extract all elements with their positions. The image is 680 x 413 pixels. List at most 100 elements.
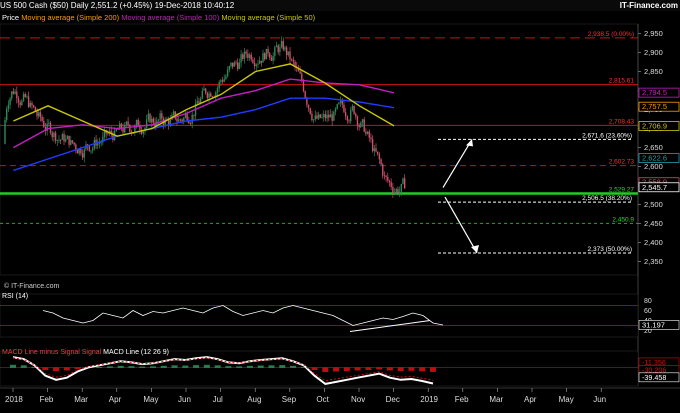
candle-body xyxy=(402,178,404,184)
candle-body xyxy=(301,73,303,81)
candle-body xyxy=(211,96,214,98)
value-tag-label: 2,794.5 xyxy=(642,88,667,97)
candle-body xyxy=(157,119,160,121)
candle-body xyxy=(189,123,192,125)
candle-body xyxy=(392,186,394,193)
x-tick-label: Dec xyxy=(386,395,400,404)
y-tick-label: 2,350 xyxy=(644,257,663,266)
value-tags: 2,794.52,757.52,706.92,622.62,558.92,545… xyxy=(638,87,680,193)
candle-body xyxy=(19,102,21,106)
candle-body xyxy=(350,110,352,122)
candle-body xyxy=(177,119,180,122)
candle-body xyxy=(387,177,389,181)
x-tick-label: Jun xyxy=(593,395,606,404)
candle-body xyxy=(26,96,28,98)
candle-body xyxy=(339,100,342,103)
macd-hist-bar xyxy=(419,367,426,372)
candle-body xyxy=(378,153,381,160)
macd-hist-bar xyxy=(214,365,221,368)
value-tag-label: 2,757.5 xyxy=(642,102,667,111)
candle-body xyxy=(75,144,77,150)
x-tick-label: Oct xyxy=(316,395,329,404)
candle-body xyxy=(275,45,278,48)
candle-body xyxy=(38,112,40,117)
legend-price: Price xyxy=(2,13,20,22)
candle-body xyxy=(88,145,91,151)
candle-body xyxy=(90,150,92,152)
candle-body xyxy=(304,91,306,99)
candle-body xyxy=(120,123,123,128)
candle-body xyxy=(328,114,330,118)
macd-hist-bar xyxy=(63,367,70,371)
candle-body xyxy=(61,134,64,140)
candle-body xyxy=(253,62,256,67)
candle-body xyxy=(226,70,229,77)
candle-body xyxy=(317,114,320,119)
candle-body xyxy=(403,178,406,189)
candle-body xyxy=(17,98,20,103)
candle-body xyxy=(65,139,67,142)
candle-body xyxy=(341,100,343,105)
macd-hist-bar xyxy=(96,366,103,368)
candle-body xyxy=(231,62,234,67)
x-tick-label: Apr xyxy=(109,395,122,404)
candle-body xyxy=(390,182,392,187)
candle-body xyxy=(348,120,350,122)
candle-body xyxy=(270,57,273,61)
candle-body xyxy=(125,121,128,126)
candle-body xyxy=(161,113,163,119)
candle-body xyxy=(284,47,286,50)
candle-body xyxy=(137,119,139,126)
candle-body xyxy=(71,140,74,143)
price-change-label: 2,551.2 (+0.45%) xyxy=(90,1,153,10)
candle-body xyxy=(223,79,225,82)
candle-body xyxy=(124,125,126,133)
candle-body xyxy=(59,139,62,141)
candle-body xyxy=(371,139,374,152)
candle-body xyxy=(353,105,355,114)
price-panel-frame xyxy=(0,23,639,276)
rsi-title: RSI (14) xyxy=(2,293,29,300)
candle-body xyxy=(225,76,227,80)
candle-body xyxy=(135,119,138,127)
candle-body xyxy=(302,80,305,92)
y-tick-label: 2,900 xyxy=(644,48,663,57)
candle-body xyxy=(240,54,242,63)
candle-body xyxy=(248,54,251,58)
candle-body xyxy=(299,71,301,74)
candle-body xyxy=(289,51,291,60)
candle-body xyxy=(309,108,311,114)
rsi-value-label: 31.197 xyxy=(642,320,665,329)
candle-body xyxy=(287,51,290,56)
chart-legend: Price Moving average (Simple 200) Moving… xyxy=(2,13,315,23)
candle-body xyxy=(247,53,249,58)
candle-body xyxy=(373,148,376,152)
candle-body xyxy=(12,91,15,94)
candle-body xyxy=(368,131,370,138)
candle-body xyxy=(366,131,369,134)
legend-ma200: Moving average (Simple 200) xyxy=(21,13,120,22)
macd-hist-bar xyxy=(117,365,124,368)
candle-body xyxy=(307,104,310,109)
datetime-label: 19-Dec-2018 10:40:12 xyxy=(154,1,235,10)
macd-hist-bar xyxy=(150,366,156,368)
candle-body xyxy=(260,60,263,63)
macd-hist-bar xyxy=(20,365,27,368)
macd-hist-bar xyxy=(322,367,329,373)
candle-body xyxy=(370,137,372,140)
candle-body xyxy=(312,119,315,121)
watermark: © IT-Finance.com xyxy=(4,283,60,290)
candle-body xyxy=(326,114,328,119)
macd-hist-bar xyxy=(333,367,340,372)
x-tick-label: Sep xyxy=(282,395,297,404)
candle-body xyxy=(279,47,281,53)
candle-body xyxy=(149,113,151,123)
candle-body xyxy=(243,51,246,59)
candle-body xyxy=(36,111,38,117)
candle-body xyxy=(344,112,347,117)
candle-body xyxy=(73,142,75,145)
candle-body xyxy=(198,101,200,103)
macd-hist-bar xyxy=(42,367,49,370)
candle-body xyxy=(272,56,274,61)
candle-body xyxy=(230,62,232,67)
